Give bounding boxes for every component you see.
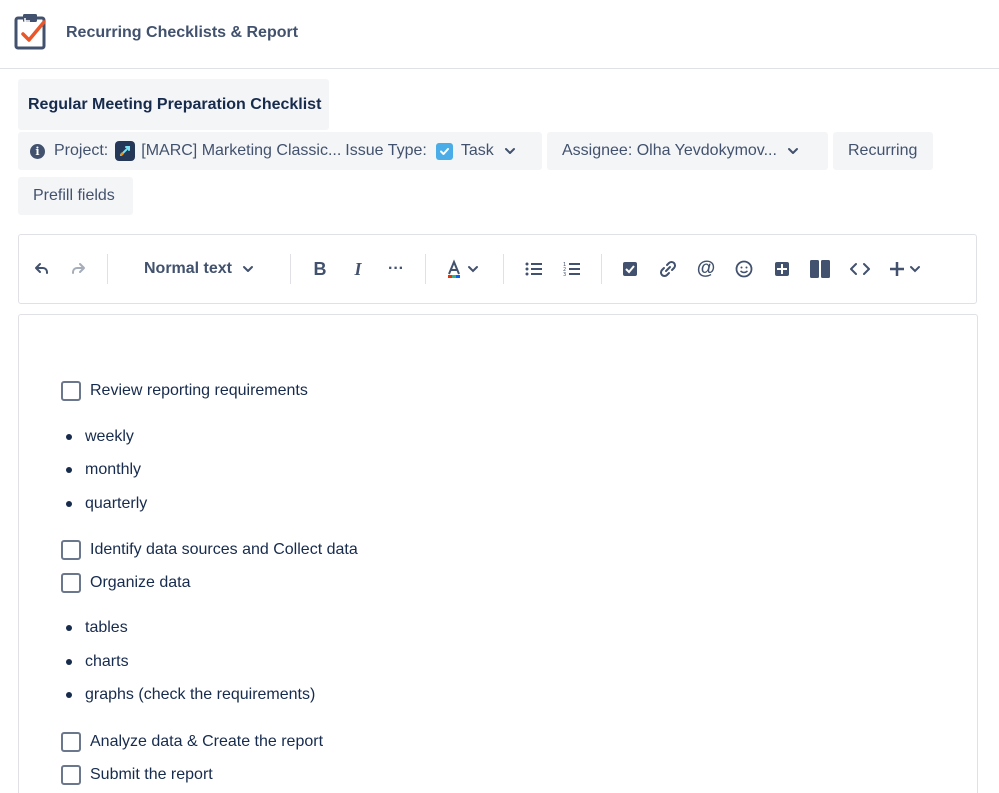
bullet-item-text: graphs (check the requirements) — [85, 686, 316, 703]
bold-icon[interactable]: B — [307, 235, 333, 303]
bullet-item: graphs (check the requirements) — [66, 686, 315, 704]
action-item-icon[interactable] — [617, 235, 643, 303]
bullet-item: quarterly — [66, 495, 147, 513]
undo-icon[interactable] — [27, 235, 55, 303]
italic-icon[interactable]: I — [345, 235, 371, 303]
app-title: Recurring Checklists & Report — [66, 24, 299, 41]
checklist-checkbox[interactable] — [61, 381, 81, 401]
checklist-item: Submit the report — [61, 765, 213, 785]
bullet-item: monthly — [66, 461, 141, 479]
assignee-selector[interactable]: Assignee: Olha Yevdokymov... — [547, 132, 828, 170]
assignee-value: Assignee: Olha Yevdokymov... — [562, 142, 777, 159]
bullet-dot — [66, 659, 72, 665]
checklist-item-text: Organize data — [90, 574, 191, 591]
text-color-icon[interactable] — [443, 235, 483, 303]
checklist-checkbox[interactable] — [61, 765, 81, 785]
svg-text:3: 3 — [563, 272, 566, 277]
checklist-checkbox[interactable] — [61, 573, 81, 593]
bullet-dot — [66, 434, 72, 440]
bullet-list-icon[interactable] — [521, 235, 547, 303]
bullet-dot — [66, 692, 72, 698]
checklist-item: Organize data — [61, 573, 191, 593]
redo-icon[interactable] — [65, 235, 93, 303]
bullet-item: tables — [66, 619, 128, 637]
issue-type-label: Issue Type: — [345, 142, 427, 159]
bullet-item-text: weekly — [85, 428, 134, 445]
bullet-dot — [66, 625, 72, 631]
more-formatting-icon[interactable]: ··· — [383, 235, 409, 303]
numbered-list-icon[interactable]: 123 — [559, 235, 585, 303]
editor-toolbar: Normal text B I ··· 123 @ — [18, 234, 977, 304]
text-style-label: Normal text — [143, 260, 233, 277]
project-issue-type-selector[interactable]: i Project: [MARC] Marketing Classic... I… — [18, 132, 542, 170]
bullet-item: weekly — [66, 428, 134, 446]
text-style-dropdown[interactable]: Normal text — [129, 235, 269, 303]
checklist-item-text: Submit the report — [90, 766, 213, 783]
checklist-title[interactable]: Regular Meeting Preparation Checklist — [18, 79, 329, 130]
chevron-down-icon — [787, 145, 799, 157]
task-checkbox-icon — [435, 142, 453, 160]
toolbar-divider — [290, 254, 291, 284]
checklist-checkbox[interactable] — [61, 540, 81, 560]
emoji-icon[interactable] — [731, 235, 757, 303]
toolbar-divider — [503, 254, 504, 284]
editor-content[interactable]: Review reporting requirements weekly mon… — [18, 314, 978, 793]
issue-type-value: Task — [460, 142, 494, 159]
toolbar-divider — [425, 254, 426, 284]
checklist-item: Review reporting requirements — [61, 381, 308, 401]
checklist-logo-icon — [14, 12, 50, 52]
checklist-checkbox[interactable] — [61, 732, 81, 752]
chevron-down-icon — [242, 263, 254, 275]
insert-icon[interactable] — [887, 235, 925, 303]
bullet-item-text: monthly — [85, 461, 142, 478]
chevron-down-icon — [504, 145, 516, 157]
bullet-dot — [66, 467, 72, 473]
project-rocket-icon — [115, 141, 136, 161]
bullet-item-text: quarterly — [85, 495, 148, 512]
prefill-fields-button[interactable]: Prefill fields — [18, 177, 133, 215]
bullet-dot — [66, 501, 72, 507]
bullet-item-text: charts — [85, 653, 129, 670]
mention-icon[interactable]: @ — [693, 235, 719, 303]
toolbar-divider — [601, 254, 602, 284]
checklist-item-text: Analyze data & Create the report — [90, 733, 324, 750]
app-header: Recurring Checklists & Report — [0, 0, 999, 69]
checklist-item-text: Review reporting requirements — [90, 382, 308, 399]
table-icon[interactable] — [769, 235, 795, 303]
layouts-icon[interactable] — [807, 235, 833, 303]
project-value: [MARC] Marketing Classic... — [141, 142, 342, 159]
checklist-item-text: Identify data sources and Collect data — [90, 541, 358, 558]
code-icon[interactable] — [847, 235, 873, 303]
info-icon: i — [30, 143, 45, 159]
bullet-item: charts — [66, 653, 129, 671]
checklist-item: Analyze data & Create the report — [61, 732, 323, 752]
recurring-button[interactable]: Recurring — [833, 132, 933, 170]
toolbar-divider — [107, 254, 108, 284]
link-icon[interactable] — [655, 235, 681, 303]
project-label: Project: — [54, 142, 109, 159]
bullet-item-text: tables — [85, 619, 128, 636]
checklist-item: Identify data sources and Collect data — [61, 540, 358, 560]
